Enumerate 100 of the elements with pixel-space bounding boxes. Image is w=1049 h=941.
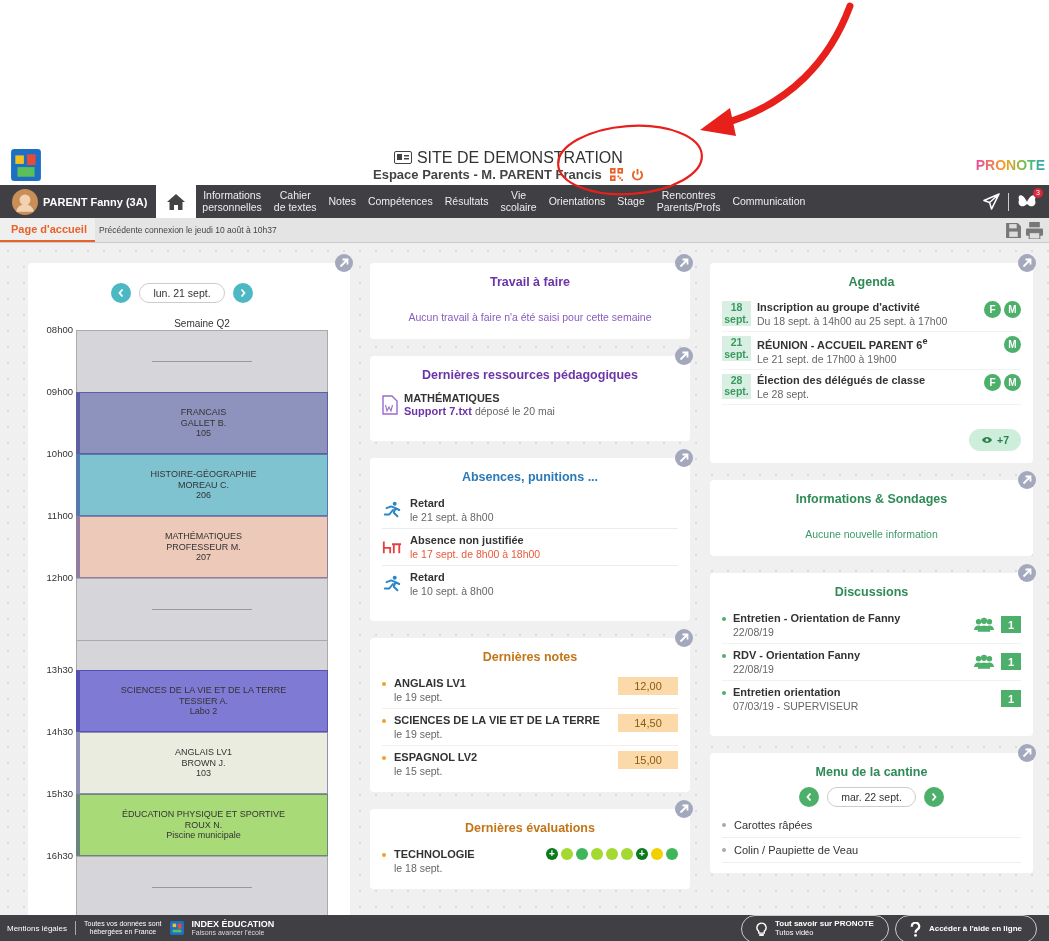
event-title: Élection des délégués de classe <box>757 373 927 386</box>
event-title: RÉUNION - ACCUEIL PARENT 6$^{e}$ <box>757 336 929 351</box>
nav-tab[interactable]: Stage <box>611 185 651 218</box>
home-icon <box>166 192 187 211</box>
card-title[interactable]: Discussions <box>722 584 1021 599</box>
course-text: ANGLAIS LV1 <box>175 747 232 758</box>
nav-tab[interactable]: Informations personnelles <box>196 185 268 218</box>
course-text: Piscine municipale <box>166 830 241 841</box>
nav-tab[interactable]: Résultats <box>438 185 495 218</box>
absence-title: Absence non justifiée <box>410 534 525 546</box>
event-date: 18 sept. <box>722 301 751 327</box>
discussion-title: Entretien orientation <box>733 685 842 698</box>
course-text: MOREAU C. <box>178 479 229 491</box>
help-button[interactable]: Accéder à l'aide en ligne <box>894 915 1037 941</box>
hour-label: 16h30 <box>46 850 73 861</box>
recipient-badge: M <box>1004 373 1021 391</box>
discussion-title: Entretien - Orientation de Fanny <box>733 611 902 624</box>
nav-tab[interactable]: Notes <box>322 185 362 218</box>
expand-icon[interactable] <box>1018 743 1036 762</box>
previous-day-button[interactable] <box>111 283 132 303</box>
save-icon[interactable] <box>1005 221 1022 239</box>
avatar-icon <box>12 188 38 215</box>
discussion-detail: 22/08/19 <box>733 625 775 638</box>
discussion-title: RDV - Orientation Fanny <box>733 648 862 661</box>
user-name[interactable]: PARENT Fanny (3A) <box>43 195 148 208</box>
question-mark-icon <box>909 921 921 937</box>
running-person-icon <box>382 575 402 593</box>
qr-code-icon[interactable] <box>609 167 623 181</box>
expand-icon[interactable] <box>1018 254 1036 272</box>
card-title[interactable]: Dernières notes <box>382 650 678 664</box>
expand-icon[interactable] <box>675 800 693 818</box>
nav-tab[interactable]: Orientations <box>542 185 612 218</box>
grade-subject: ESPAGNOL LV2 <box>394 751 479 763</box>
discussion-detail: 22/08/19 <box>733 662 775 675</box>
expand-icon[interactable] <box>675 629 693 647</box>
course-block[interactable]: FRANCAIS GALLET B. 105 <box>76 392 328 454</box>
course-text: 206 <box>196 490 211 501</box>
expand-icon[interactable] <box>675 347 693 365</box>
evaluation-subject: TECHNOLOGIE <box>394 848 476 860</box>
event-detail: Le 28 sept. <box>757 387 810 400</box>
card-title[interactable]: Dernières évaluations <box>382 821 678 835</box>
school-logo-icon[interactable] <box>11 149 41 181</box>
course-block[interactable]: HISTOIRE-GÉOGRAPHIE MOREAU C. 206 <box>76 454 328 516</box>
card-title[interactable]: Dernières ressources pédagogiques <box>382 368 678 382</box>
expand-icon[interactable] <box>1018 470 1036 489</box>
last-login-text: Précédente connexion le jeudi 10 août à 10h37 <box>98 225 277 235</box>
course-block[interactable]: SCIENCES DE LA VIE ET DE LA TERRE TESSIER A. Labo 2 <box>76 670 328 732</box>
evaluation-date: le 18 sept. <box>394 862 444 874</box>
grade-date: le 19 sept. <box>394 728 444 740</box>
next-day-button[interactable] <box>923 786 944 807</box>
card-title[interactable]: Informations & Sondages <box>722 491 1021 506</box>
expand-icon[interactable] <box>675 449 693 467</box>
group-icon <box>974 654 994 670</box>
course-text: BROWN J. <box>181 757 226 769</box>
power-icon[interactable] <box>630 167 644 181</box>
chevron-left-icon <box>805 791 814 802</box>
card-title[interactable]: Menu de la cantine <box>722 764 1021 779</box>
course-text: 103 <box>196 768 211 779</box>
nav-tab[interactable]: Vie scolaire <box>494 185 543 218</box>
legal-link[interactable]: Mentions légales <box>7 923 68 933</box>
course-text: SCIENCES DE LA VIE ET DE LA TERRE <box>120 685 287 696</box>
empty-message: Aucun travail à faire n'a été saisi pour cette semaine <box>407 311 653 323</box>
card-title[interactable]: Agenda <box>722 275 1021 289</box>
recipient-badge: F <box>984 373 1001 391</box>
previous-day-button[interactable] <box>799 786 820 807</box>
nav-tab[interactable]: Rencontres Parents/Profs <box>650 185 727 218</box>
home-tab[interactable] <box>156 185 197 218</box>
grade-date: le 15 sept. <box>394 765 444 777</box>
send-icon[interactable] <box>983 193 1000 210</box>
expand-icon[interactable] <box>335 254 353 272</box>
expand-icon[interactable] <box>1018 563 1036 582</box>
course-text: ÉDUCATION PHYSIQUE ET SPORTIVE <box>121 809 285 820</box>
nav-tab[interactable]: Cahier de textes <box>267 185 323 218</box>
eye-icon <box>981 435 993 444</box>
show-more-button[interactable]: +7 <box>969 428 1021 451</box>
nav-tab[interactable]: Communication <box>726 185 812 218</box>
course-text: GALLET B. <box>180 417 227 429</box>
card-title[interactable]: Travail à faire <box>382 275 678 289</box>
next-day-button[interactable] <box>232 283 253 303</box>
course-block[interactable]: MATHÉMATIQUES PROFESSEUR M. 207 <box>76 516 328 578</box>
course-block[interactable]: ANGLAIS LV1 BROWN J. 103 <box>76 732 328 794</box>
event-detail: Du 18 sept. à 14h00 au 25 sept. à 17h00 <box>757 315 949 327</box>
running-person-icon <box>382 501 402 519</box>
event-title: Inscription au groupe d'activité <box>757 301 921 313</box>
light-bulb-icon <box>755 921 767 937</box>
event-date: 21 sept. <box>722 336 751 362</box>
card-title[interactable]: Absences, punitions ... <box>382 470 678 484</box>
chevron-right-icon <box>238 288 247 298</box>
expand-icon[interactable] <box>675 254 693 272</box>
grade-value: 14,50 <box>618 714 678 732</box>
course-block[interactable]: ÉDUCATION PHYSIQUE ET SPORTIVE ROUX N. Piscine municipale <box>76 794 328 856</box>
course-text: FRANCAIS <box>180 407 227 418</box>
course-text: Labo 2 <box>189 706 218 717</box>
print-pdf-icon[interactable] <box>1026 221 1043 239</box>
event-date: 28 sept. <box>722 373 751 399</box>
grade-date: le 19 sept. <box>394 691 444 703</box>
file-link[interactable]: Support 7.txt <box>404 405 472 417</box>
nav-tab[interactable]: Compétences <box>361 185 439 218</box>
hour-label: 15h30 <box>46 788 73 799</box>
grade-subject: ANGLAIS LV1 <box>394 677 467 689</box>
